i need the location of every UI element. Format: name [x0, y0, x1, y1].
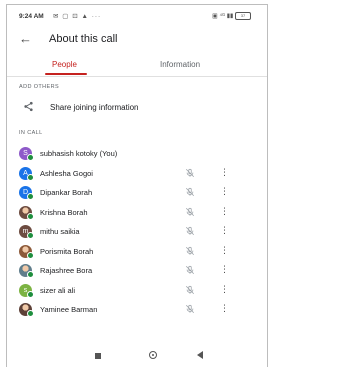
mic-off-icon: [185, 265, 195, 275]
status-bar: 9:24 AM ✉ ▢ ⊡ ▲ ··· ▣ ⁴ᴳ ▮▮ 37: [7, 5, 267, 25]
participant-name: Rajashree Bora: [40, 266, 93, 275]
tab-people[interactable]: People: [52, 60, 77, 69]
notification-icons: ✉ ▢ ⊡ ▲ ···: [53, 13, 102, 20]
participant-name: subhasish kotoky (You): [40, 149, 118, 158]
more-vert-icon[interactable]: ⋮: [220, 284, 229, 295]
participant-name: Krishna Borah: [40, 207, 88, 217]
online-indicator: [27, 232, 34, 239]
participant-row[interactable]: A Ashlesha Gogoi ⋮: [7, 163, 267, 183]
app-bar: ← About this call: [7, 29, 267, 51]
participant-name: sizer ali ali: [40, 285, 76, 295]
avatar-photo: [19, 244, 34, 259]
system-back-button[interactable]: [197, 351, 203, 359]
more-vert-icon[interactable]: ⋮: [220, 206, 229, 217]
online-indicator: [27, 271, 34, 278]
participant-row[interactable]: s sizer ali ali ⋮: [7, 280, 267, 300]
participant-name: Dipankar Borah: [40, 188, 93, 197]
participant-row[interactable]: Ssubhasish kotoky (You): [7, 143, 267, 163]
avatar-photo: [19, 264, 34, 278]
section-add-others: ADD OTHERS: [19, 84, 60, 90]
participant-row[interactable]: Rajashree Bora ⋮: [7, 260, 267, 280]
tab-divider: [7, 76, 267, 77]
avatar: D: [19, 186, 34, 200]
more-vert-icon[interactable]: ⋮: [220, 245, 229, 256]
online-indicator: [27, 290, 34, 298]
online-indicator: [27, 173, 34, 181]
screenshot-frame: 9:24 AM ✉ ▢ ⊡ ▲ ··· ▣ ⁴ᴳ ▮▮ 37 ← About t…: [0, 0, 349, 368]
avatar: A: [19, 166, 34, 181]
back-arrow-icon[interactable]: ←: [19, 31, 32, 46]
more-vert-icon[interactable]: ⋮: [220, 186, 229, 197]
mic-off-icon: [185, 187, 195, 197]
online-indicator: [27, 193, 34, 200]
share-icon: [24, 101, 33, 112]
participant-name: Ashlesha Gogoi: [40, 168, 93, 178]
avatar: S: [19, 147, 34, 161]
participant-name: Yaminee Barman: [40, 305, 98, 314]
participant-name: mithu saikia: [40, 227, 80, 236]
share-joining-info-label: Share joining information: [50, 103, 139, 112]
page-title: About this call: [49, 33, 118, 45]
status-time: 9:24 AM: [19, 13, 44, 20]
more-vert-icon[interactable]: ⋮: [220, 303, 229, 314]
signal-icon: ▣ ⁴ᴳ ▮▮: [212, 13, 235, 20]
avatar: s: [19, 283, 34, 298]
recents-button[interactable]: [95, 353, 101, 359]
active-tab-indicator: [45, 73, 87, 75]
avatar-photo: [19, 205, 34, 220]
battery-icon: 37: [235, 12, 251, 20]
section-in-call: IN CALL: [19, 130, 43, 136]
mic-off-icon: [185, 226, 195, 236]
participant-name: Porismita Borah: [40, 246, 94, 256]
more-vert-icon[interactable]: ⋮: [220, 225, 229, 236]
tab-information[interactable]: Information: [160, 60, 200, 69]
system-nav-bar: [7, 345, 267, 367]
online-indicator: [27, 310, 34, 317]
online-indicator: [27, 251, 34, 259]
avatar: m: [19, 225, 34, 239]
share-joining-info-button[interactable]: Share joining information: [7, 97, 267, 117]
avatar-photo: [19, 303, 34, 317]
online-indicator: [27, 154, 34, 161]
mic-off-icon: [185, 285, 195, 294]
participant-row[interactable]: Yaminee Barman ⋮: [7, 299, 267, 319]
mic-off-icon: [185, 207, 195, 216]
home-button[interactable]: [149, 351, 157, 359]
more-vert-icon[interactable]: ⋮: [220, 264, 229, 275]
participant-row[interactable]: Porismita Borah ⋮: [7, 241, 267, 261]
online-indicator: [27, 212, 34, 220]
phone-screen: 9:24 AM ✉ ▢ ⊡ ▲ ··· ▣ ⁴ᴳ ▮▮ 37 ← About t…: [6, 4, 268, 367]
participant-row[interactable]: Krishna Borah ⋮: [7, 202, 267, 222]
participant-row[interactable]: D Dipankar Borah ⋮: [7, 182, 267, 202]
system-icons: ▣ ⁴ᴳ ▮▮ 37: [212, 12, 251, 20]
participant-row[interactable]: m mithu saikia ⋮: [7, 221, 267, 241]
more-vert-icon[interactable]: ⋮: [220, 167, 229, 178]
mic-off-icon: [185, 168, 195, 177]
mic-off-icon: [185, 246, 195, 255]
mic-off-icon: [185, 304, 195, 314]
